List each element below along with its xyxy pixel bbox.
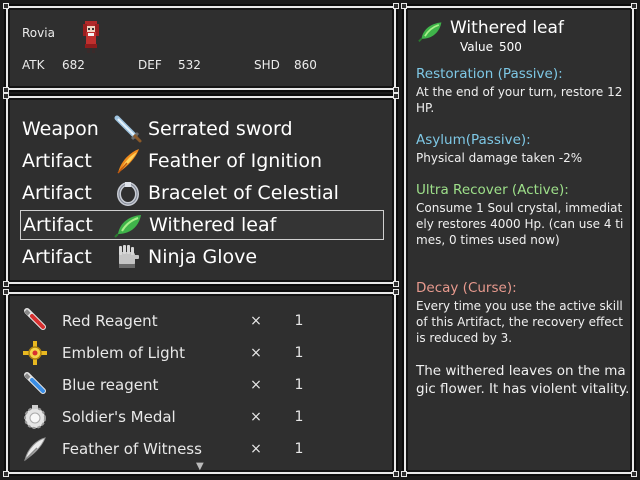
frame-corner xyxy=(393,471,399,477)
inventory-panel: Red Reagent × 1 Emblem of Light × 1 Blue… xyxy=(3,289,399,477)
character-panel: Rovia ATK 682 DEF 532 SHD 860 xyxy=(3,3,399,93)
character-sprite-icon xyxy=(83,21,99,53)
stat-label: ATK xyxy=(22,58,45,72)
item-quantity: 1 xyxy=(294,409,304,425)
glove-icon xyxy=(110,242,146,272)
blue-vial-icon xyxy=(20,370,50,400)
equipment-panel: Weapon Serrated sword Artifact Feather o… xyxy=(3,93,399,287)
ability-description: Physical damage taken -2% xyxy=(416,151,583,165)
stat-value: 860 xyxy=(294,58,317,72)
inventory-item[interactable]: Feather of Witness × 1 xyxy=(20,434,380,464)
equipment-slot-artifact-1[interactable]: Artifact Feather of Ignition xyxy=(20,146,384,176)
item-quantity: 1 xyxy=(294,441,304,457)
item-quantity: 1 xyxy=(294,313,304,329)
item-name: Red Reagent xyxy=(62,312,158,330)
stat-label: DEF xyxy=(138,58,162,72)
item-quantity: 1 xyxy=(294,377,304,393)
quantity-multiplier: × xyxy=(250,313,262,329)
bracelet-icon xyxy=(110,178,146,208)
quantity-multiplier: × xyxy=(250,377,262,393)
equipment-name: Feather of Ignition xyxy=(148,150,322,172)
quantity-multiplier: × xyxy=(250,409,262,425)
value-amount: 500 xyxy=(498,40,522,54)
item-name: Feather of Witness xyxy=(62,440,202,458)
frame-corner xyxy=(393,3,399,9)
medal-icon xyxy=(20,402,50,432)
equipment-slot-artifact-4[interactable]: Artifact Ninja Glove xyxy=(20,242,384,272)
equipment-name: Bracelet of Celestial xyxy=(148,182,339,204)
frame-corner xyxy=(3,281,9,287)
slot-type-label: Artifact xyxy=(22,246,92,268)
stat-value: 532 xyxy=(178,58,201,72)
inventory-item[interactable]: Blue reagent × 1 xyxy=(20,370,380,400)
stat-shd: SHD 860 xyxy=(254,58,317,72)
frame-corner xyxy=(631,3,637,9)
frame-corner xyxy=(3,3,9,9)
flavor-text: The withered leaves on the magic flower.… xyxy=(416,363,630,397)
flame-feather-icon xyxy=(110,146,146,176)
detail-value: Value 500 xyxy=(460,40,522,54)
equipment-name: Ninja Glove xyxy=(148,246,258,268)
frame-corner xyxy=(631,471,637,477)
item-quantity: 1 xyxy=(294,345,304,361)
leaf-icon xyxy=(418,18,444,48)
stat-def: DEF 532 xyxy=(138,58,201,72)
frame-corner xyxy=(393,281,399,287)
ability-description: At the end of your turn, restore 12 HP. xyxy=(416,85,623,115)
item-name: Blue reagent xyxy=(62,376,159,394)
value-label: Value xyxy=(460,40,493,54)
frame-corner xyxy=(401,471,407,477)
frame-corner xyxy=(393,289,399,295)
character-name: Rovia xyxy=(22,26,55,40)
quantity-multiplier: × xyxy=(250,441,262,457)
inventory-item[interactable]: Soldier's Medal × 1 xyxy=(20,402,380,432)
slot-type-label: Artifact xyxy=(23,214,93,236)
sword-icon xyxy=(110,114,146,144)
item-detail-panel: Withered leaf Value 500 Restoration (Pass… xyxy=(401,3,637,477)
equipment-name: Withered leaf xyxy=(149,214,277,236)
stat-label: SHD xyxy=(254,58,280,72)
item-name: Emblem of Light xyxy=(62,344,186,362)
leaf-icon xyxy=(111,210,147,240)
ability-heading: Asylum(Passive): xyxy=(416,132,531,148)
slot-type-label: Artifact xyxy=(22,182,92,204)
stat-atk: ATK 682 xyxy=(22,58,85,72)
ability-description: Every time you use the active skill of t… xyxy=(416,299,623,345)
slot-type-label: Weapon xyxy=(22,118,99,140)
detail-title: Withered leaf xyxy=(450,18,564,38)
emblem-icon xyxy=(20,338,50,368)
equipment-slot-weapon[interactable]: Weapon Serrated sword xyxy=(20,114,384,144)
inventory-item[interactable]: Red Reagent × 1 xyxy=(20,306,380,336)
frame-corner xyxy=(401,3,407,9)
frame-corner xyxy=(3,289,9,295)
item-name: Soldier's Medal xyxy=(62,408,176,426)
frame-corner xyxy=(393,93,399,99)
quantity-multiplier: × xyxy=(250,345,262,361)
ability-heading: Restoration (Passive): xyxy=(416,66,563,82)
frame-corner xyxy=(3,471,9,477)
inventory-item[interactable]: Emblem of Light × 1 xyxy=(20,338,380,368)
equipment-slot-artifact-2[interactable]: Artifact Bracelet of Celestial xyxy=(20,178,384,208)
frame-corner xyxy=(3,93,9,99)
ability-description: Consume 1 Soul crystal, immediately rest… xyxy=(416,201,624,247)
stat-value: 682 xyxy=(62,58,85,72)
scroll-down-arrow-icon[interactable]: ▼ xyxy=(196,461,204,472)
red-vial-icon xyxy=(20,306,50,336)
equipment-slot-artifact-3[interactable]: Artifact Withered leaf xyxy=(20,210,384,240)
ability-heading: Ultra Recover (Active): xyxy=(416,182,569,198)
equipment-name: Serrated sword xyxy=(148,118,293,140)
slot-type-label: Artifact xyxy=(22,150,92,172)
white-feather-icon xyxy=(20,434,50,464)
ability-heading: Decay (Curse): xyxy=(416,280,517,296)
